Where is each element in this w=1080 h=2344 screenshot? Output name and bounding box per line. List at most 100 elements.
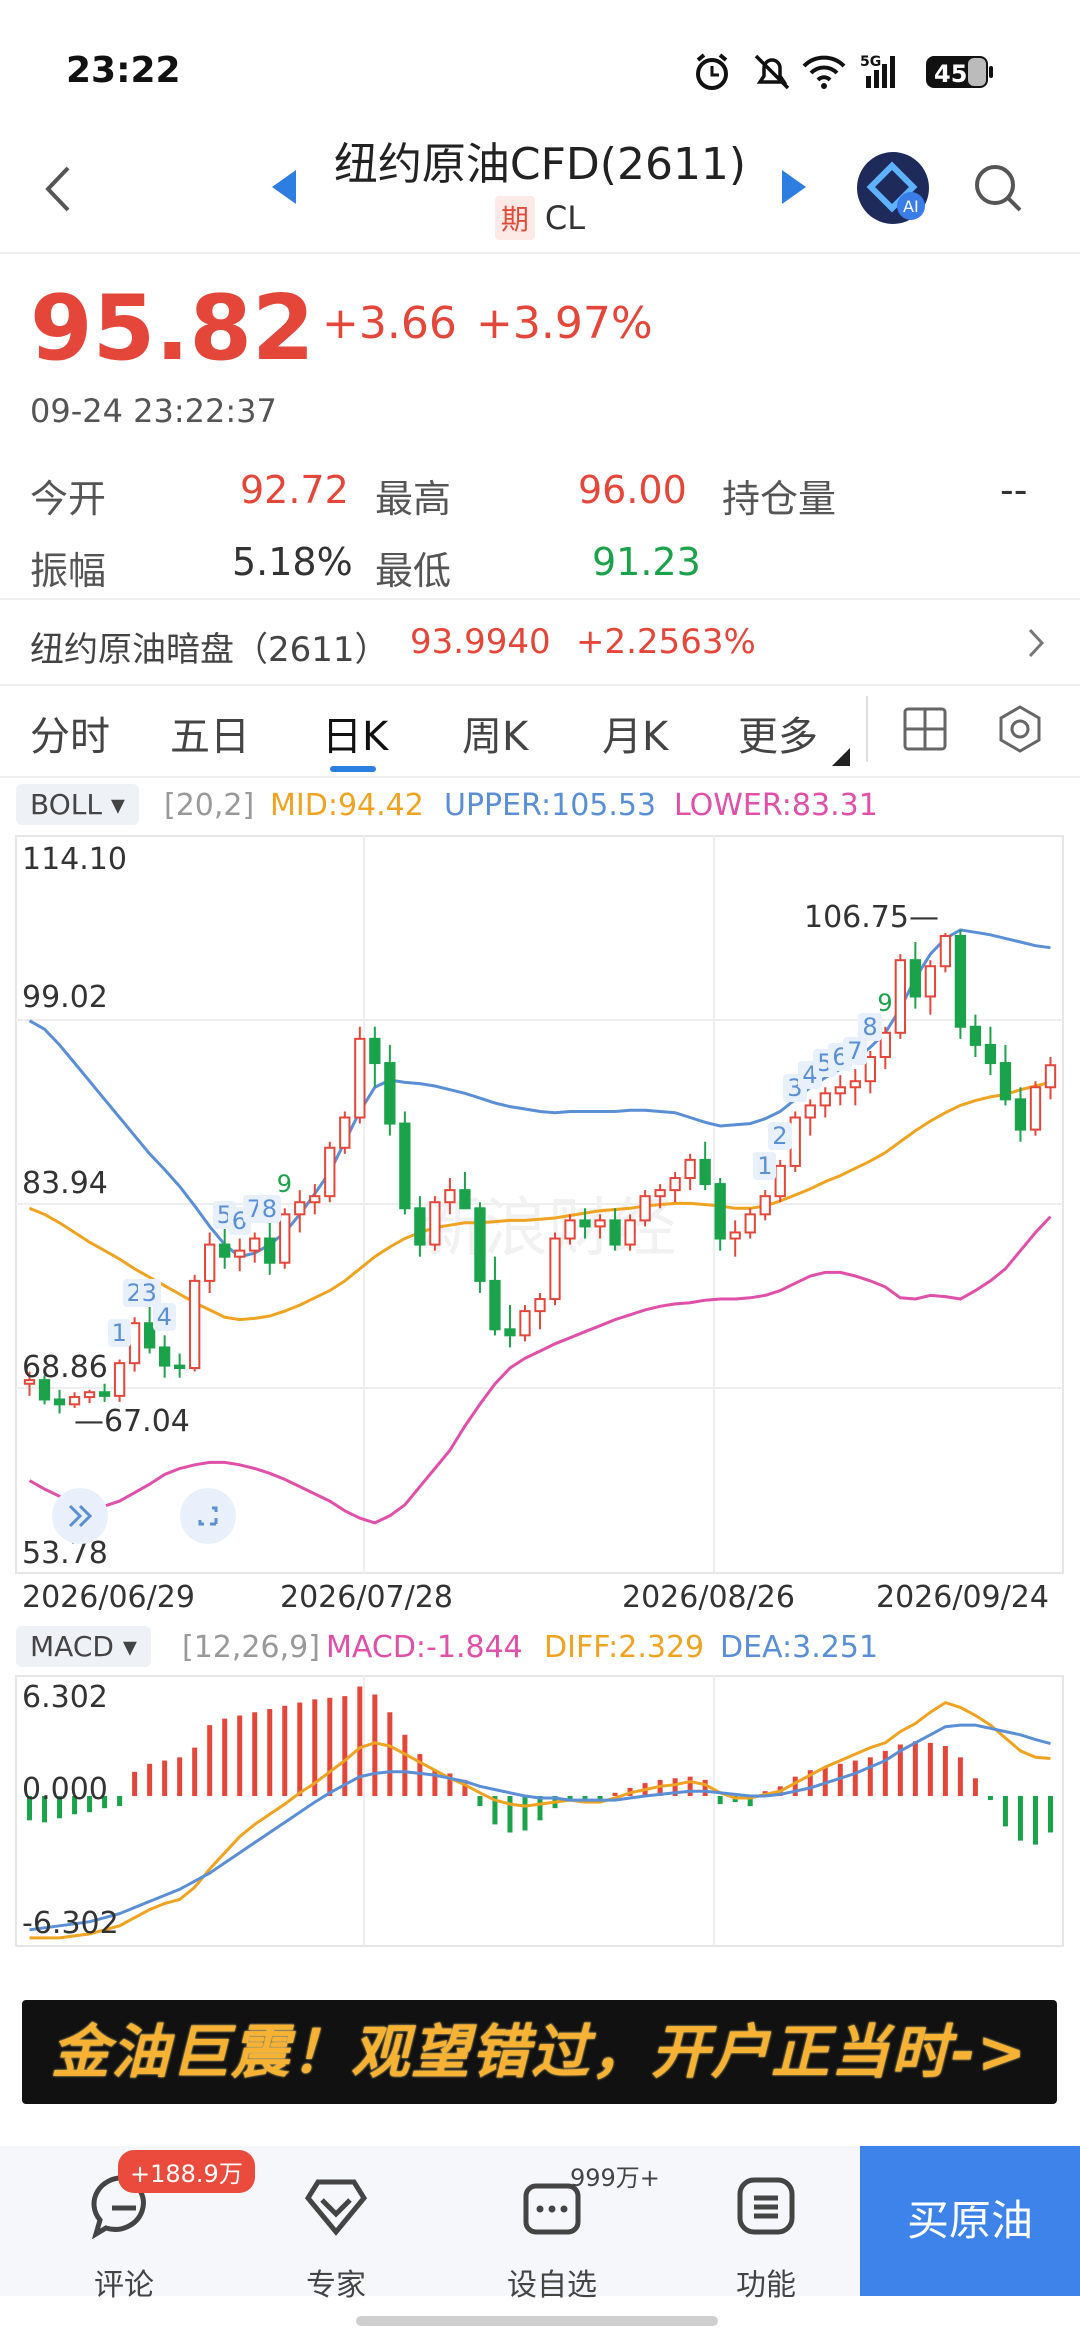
- low-label: 最低: [375, 549, 452, 593]
- candle: [83, 1389, 96, 1404]
- candle: [489, 1256, 501, 1336]
- tab-monthly-k[interactable]: 月K: [602, 704, 668, 762]
- candle-body: [834, 1086, 846, 1095]
- candle: [399, 1111, 411, 1215]
- candle: [1044, 1056, 1057, 1100]
- candle-body: [234, 1249, 246, 1258]
- boll-name: BOLL: [30, 788, 102, 821]
- candle: [699, 1141, 711, 1191]
- date-label-0: 2026/06/29: [22, 1580, 195, 1615]
- candle-body: [53, 1398, 66, 1406]
- candle: [744, 1208, 756, 1239]
- low-marker-value: 67.04: [104, 1404, 190, 1439]
- candle-body: [909, 959, 922, 998]
- double-chevron-right-icon: [68, 1504, 93, 1528]
- candle-body: [789, 1116, 801, 1167]
- candle: [324, 1141, 336, 1203]
- candle-body: [474, 1207, 486, 1282]
- candle-body: [864, 1055, 876, 1083]
- candle: [849, 1069, 861, 1106]
- candle-body: [744, 1213, 756, 1234]
- candle: [98, 1383, 111, 1402]
- amplitude-value: 5.18%: [232, 540, 353, 584]
- alarm-icon: [696, 53, 728, 90]
- y-tick-2: 83.94: [22, 1166, 108, 1201]
- candle-body: [113, 1362, 126, 1397]
- expert-button[interactable]: 专家: [266, 2160, 406, 2303]
- boll-indicator-row: BOLL ▾ [20,2] MID:94.42 UPPER:105.53 LOW…: [16, 784, 1076, 828]
- candle: [729, 1220, 741, 1257]
- candle: [774, 1159, 786, 1203]
- candle-body: [459, 1189, 471, 1210]
- tab-intraday[interactable]: 分时: [30, 704, 110, 762]
- candle-body: [309, 1195, 321, 1204]
- candle-body: [429, 1201, 441, 1246]
- candle-body: [759, 1195, 771, 1216]
- price-change: +3.66: [322, 298, 457, 349]
- candle: [189, 1274, 201, 1372]
- candle-body: [219, 1243, 231, 1258]
- candle: [128, 1317, 141, 1372]
- dark-pool-name: 纽约原油暗盘（2611）: [30, 630, 389, 670]
- reset-view-button[interactable]: [180, 1488, 236, 1544]
- candle: [234, 1238, 246, 1272]
- candle-body: [354, 1037, 366, 1119]
- candle: [53, 1389, 66, 1414]
- candle: [294, 1190, 306, 1233]
- candle: [534, 1292, 546, 1330]
- candle: [369, 1026, 381, 1088]
- buy-crude-button[interactable]: 买原油: [860, 2146, 1080, 2296]
- td-marker: 7: [843, 1037, 867, 1066]
- open-label: 今开: [30, 477, 107, 521]
- macd-dea: DEA:3.251: [720, 1630, 879, 1665]
- expand-button[interactable]: [52, 1488, 108, 1544]
- candle-body: [1014, 1098, 1027, 1131]
- candle-body: [98, 1391, 111, 1397]
- banner-text: 金油巨震！观望错过，开户正当时->: [51, 2018, 1028, 2086]
- candle-body: [549, 1237, 561, 1301]
- expert-label: 专家: [306, 2268, 366, 2303]
- kline-chart[interactable]: 新浪财经: [0, 830, 1080, 1580]
- candle-body: [684, 1158, 696, 1180]
- low-marker-label: —67.04: [74, 1404, 190, 1439]
- price-change-pct: +3.97%: [476, 298, 653, 349]
- candle-body: [939, 934, 952, 968]
- y-tick-1: 99.02: [22, 980, 108, 1015]
- tab-daily-k[interactable]: 日K: [322, 704, 388, 762]
- td-marker: 8: [858, 1012, 882, 1041]
- macd-selector[interactable]: MACD ▾: [16, 1626, 151, 1667]
- amplitude-label: 振幅: [30, 549, 107, 593]
- candle: [924, 960, 937, 1015]
- search-button[interactable]: [972, 162, 1024, 214]
- tab-more[interactable]: 更多: [738, 704, 818, 762]
- candle-body: [189, 1279, 201, 1370]
- svg-text:AI: AI: [903, 197, 919, 216]
- td-marker: 8: [257, 1194, 282, 1223]
- high-value: 96.00: [578, 468, 687, 512]
- candle-body: [924, 965, 937, 998]
- candle: [984, 1026, 997, 1076]
- settings-icon[interactable]: [996, 704, 1044, 754]
- candle-body: [83, 1391, 96, 1399]
- tab-weekly-k[interactable]: 周K: [462, 704, 528, 762]
- boll-lower: LOWER:83.31: [674, 788, 878, 823]
- mute-icon: [754, 54, 790, 90]
- ai-button[interactable]: AI: [855, 150, 931, 226]
- dark-pool-row[interactable]: 纽约原油暗盘（2611） 93.9940 +2.2563%: [0, 600, 1080, 686]
- low-value: 91.23: [592, 540, 701, 584]
- candle-body: [654, 1189, 666, 1198]
- boll-selector[interactable]: BOLL ▾: [16, 784, 139, 825]
- td-marker: 4: [152, 1303, 176, 1332]
- functions-label: 功能: [736, 2268, 796, 2303]
- ai-assistant-icon: AI: [857, 152, 929, 224]
- tab-five-day[interactable]: 五日: [170, 704, 250, 762]
- open-interest-value: --: [1000, 468, 1028, 512]
- futures-tag: 期: [494, 196, 535, 240]
- macd-chart[interactable]: [0, 1672, 1080, 1952]
- functions-button[interactable]: 功能: [696, 2160, 836, 2303]
- td-marker: 1: [753, 1152, 777, 1181]
- layout-grid-icon[interactable]: [902, 706, 948, 752]
- promo-banner[interactable]: 金油巨震！观望错过，开户正当时->: [22, 2000, 1057, 2104]
- comment-label: 评论: [94, 2268, 154, 2303]
- battery-icon: 45: [926, 56, 993, 88]
